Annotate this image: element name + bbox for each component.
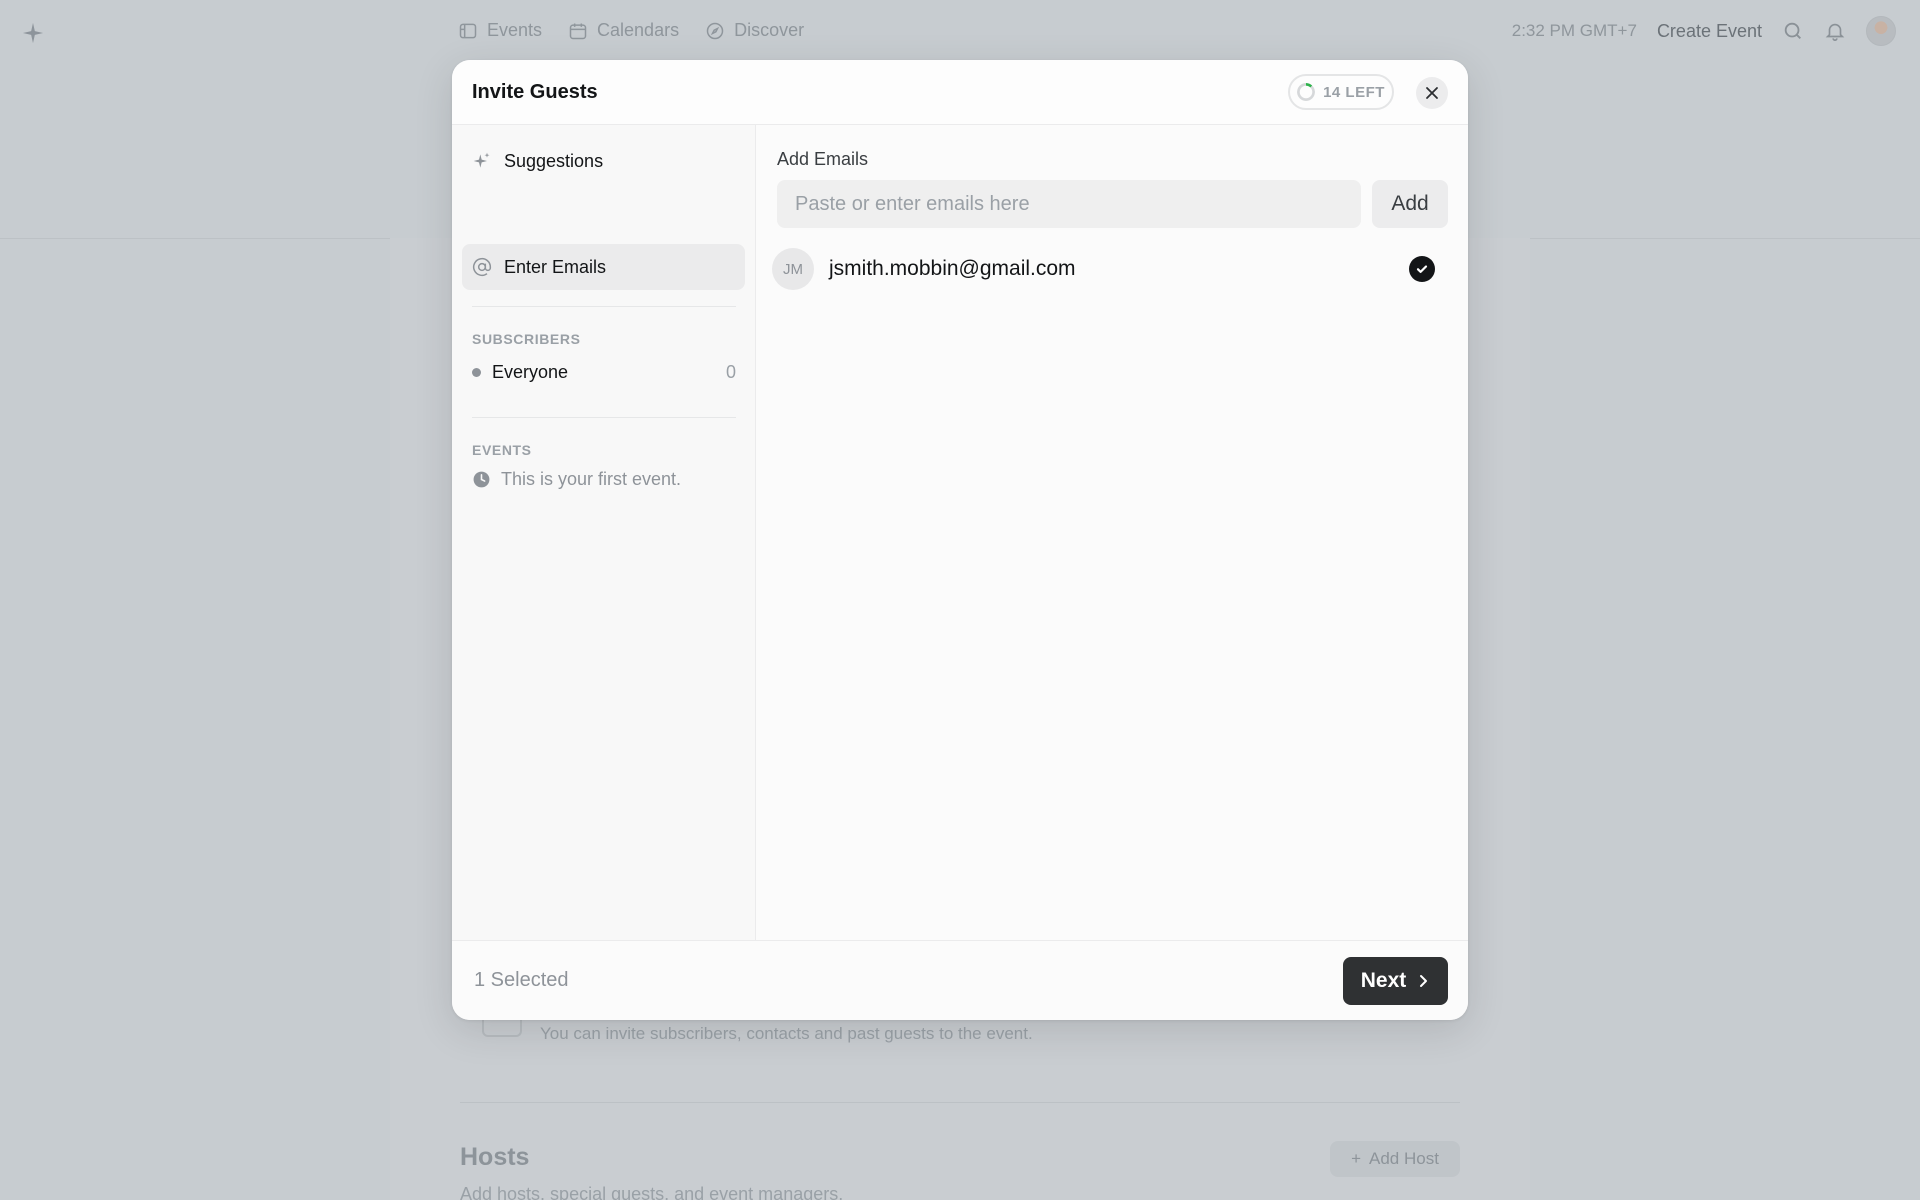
main-nav: Events Calendars Discover <box>458 20 804 41</box>
nav-calendars-label: Calendars <box>597 20 680 40</box>
current-time: 2:32 PM GMT+7 <box>1511 21 1637 40</box>
sidebar-divider <box>472 306 736 307</box>
top-nav-bar: Events Calendars Discover 2:32 PM GMT+7 … <box>0 0 1920 66</box>
email-input[interactable] <box>777 180 1361 228</box>
at-sign-icon <box>472 257 492 277</box>
add-email-button[interactable]: Add <box>1372 180 1448 228</box>
clock-icon <box>473 471 490 488</box>
sidebar-item-label: Enter Emails <box>504 256 607 277</box>
check-circle-icon[interactable] <box>1409 256 1435 282</box>
nav-discover[interactable]: Discover <box>705 20 804 41</box>
modal-title: Invite Guests <box>472 80 598 103</box>
ticket-icon <box>459 23 477 38</box>
subscribers-heading: SUBSCRIBERS <box>472 331 581 347</box>
modal-footer: 1 Selected Next <box>452 940 1468 1020</box>
modal-header: Invite Guests 14 LEFT <box>452 60 1468 125</box>
compass-icon <box>706 22 724 39</box>
events-note: This is your first event. <box>472 469 681 490</box>
calendar-icon <box>569 23 587 39</box>
invites-remaining-label: 14 LEFT <box>1323 83 1385 101</box>
sparkle-icon <box>473 152 490 168</box>
hosts-title: Hosts <box>460 1143 530 1171</box>
modal-sidebar: Suggestions Enter Emails SUBSCRIBERS Eve… <box>452 125 756 940</box>
email-list-item[interactable]: JM jsmith.mobbin@gmail.com <box>769 245 1448 293</box>
add-emails-label: Add Emails <box>777 149 869 169</box>
sidebar-item-suggestions[interactable]: Suggestions <box>462 138 745 184</box>
plus-icon: + <box>1351 1149 1361 1168</box>
hosts-subtitle: Add hosts, special guests, and event man… <box>460 1184 844 1200</box>
nav-calendars[interactable]: Calendars <box>568 20 679 41</box>
add-host-label: Add Host <box>1369 1149 1439 1168</box>
sidebar-item-label: Suggestions <box>504 150 604 171</box>
sidebar-divider <box>472 417 736 418</box>
next-button[interactable]: Next <box>1343 956 1448 1005</box>
selected-count: 1 Selected <box>474 969 569 991</box>
modal-main-panel: Add Emails Add JM jsmith.mobbin@gmail.co… <box>757 125 1468 940</box>
close-icon <box>1426 87 1438 99</box>
create-event-link[interactable]: Create Event <box>1657 21 1762 42</box>
events-note-text: This is your first event. <box>501 469 682 489</box>
email-address: jsmith.mobbin@gmail.com <box>829 257 1076 280</box>
sidebar-item-enter-emails[interactable]: Enter Emails <box>462 244 745 290</box>
top-right-controls: 2:32 PM GMT+7 Create Event <box>1512 16 1896 46</box>
email-avatar: JM <box>772 248 814 290</box>
progress-ring-icon <box>1297 83 1316 101</box>
invite-guests-modal: Invite Guests 14 LEFT Suggestions Enter … <box>452 60 1468 1020</box>
nav-events-label: Events <box>487 20 543 40</box>
subscriber-group-label: Everyone <box>492 362 569 382</box>
next-button-label: Next <box>1360 968 1407 992</box>
nav-discover-label: Discover <box>734 20 805 40</box>
subscriber-group-everyone[interactable]: Everyone 0 <box>472 362 736 383</box>
add-host-button[interactable]: + Add Host <box>1330 1141 1460 1177</box>
invite-hint-text: You can invite subscribers, contacts and… <box>540 1024 1033 1043</box>
section-divider <box>460 1102 1460 1103</box>
subscriber-group-count: 0 <box>725 362 736 382</box>
events-heading: EVENTS <box>472 442 532 458</box>
search-icon[interactable] <box>1782 20 1804 42</box>
status-dot-icon <box>472 368 481 377</box>
invites-remaining-badge: 14 LEFT <box>1288 74 1394 110</box>
nav-events[interactable]: Events <box>458 20 542 41</box>
user-avatar[interactable] <box>1866 16 1896 46</box>
chevron-right-icon <box>1420 974 1428 987</box>
logo-sparkle-icon[interactable] <box>22 22 44 44</box>
bell-icon[interactable] <box>1824 20 1846 42</box>
close-button[interactable] <box>1416 77 1448 109</box>
